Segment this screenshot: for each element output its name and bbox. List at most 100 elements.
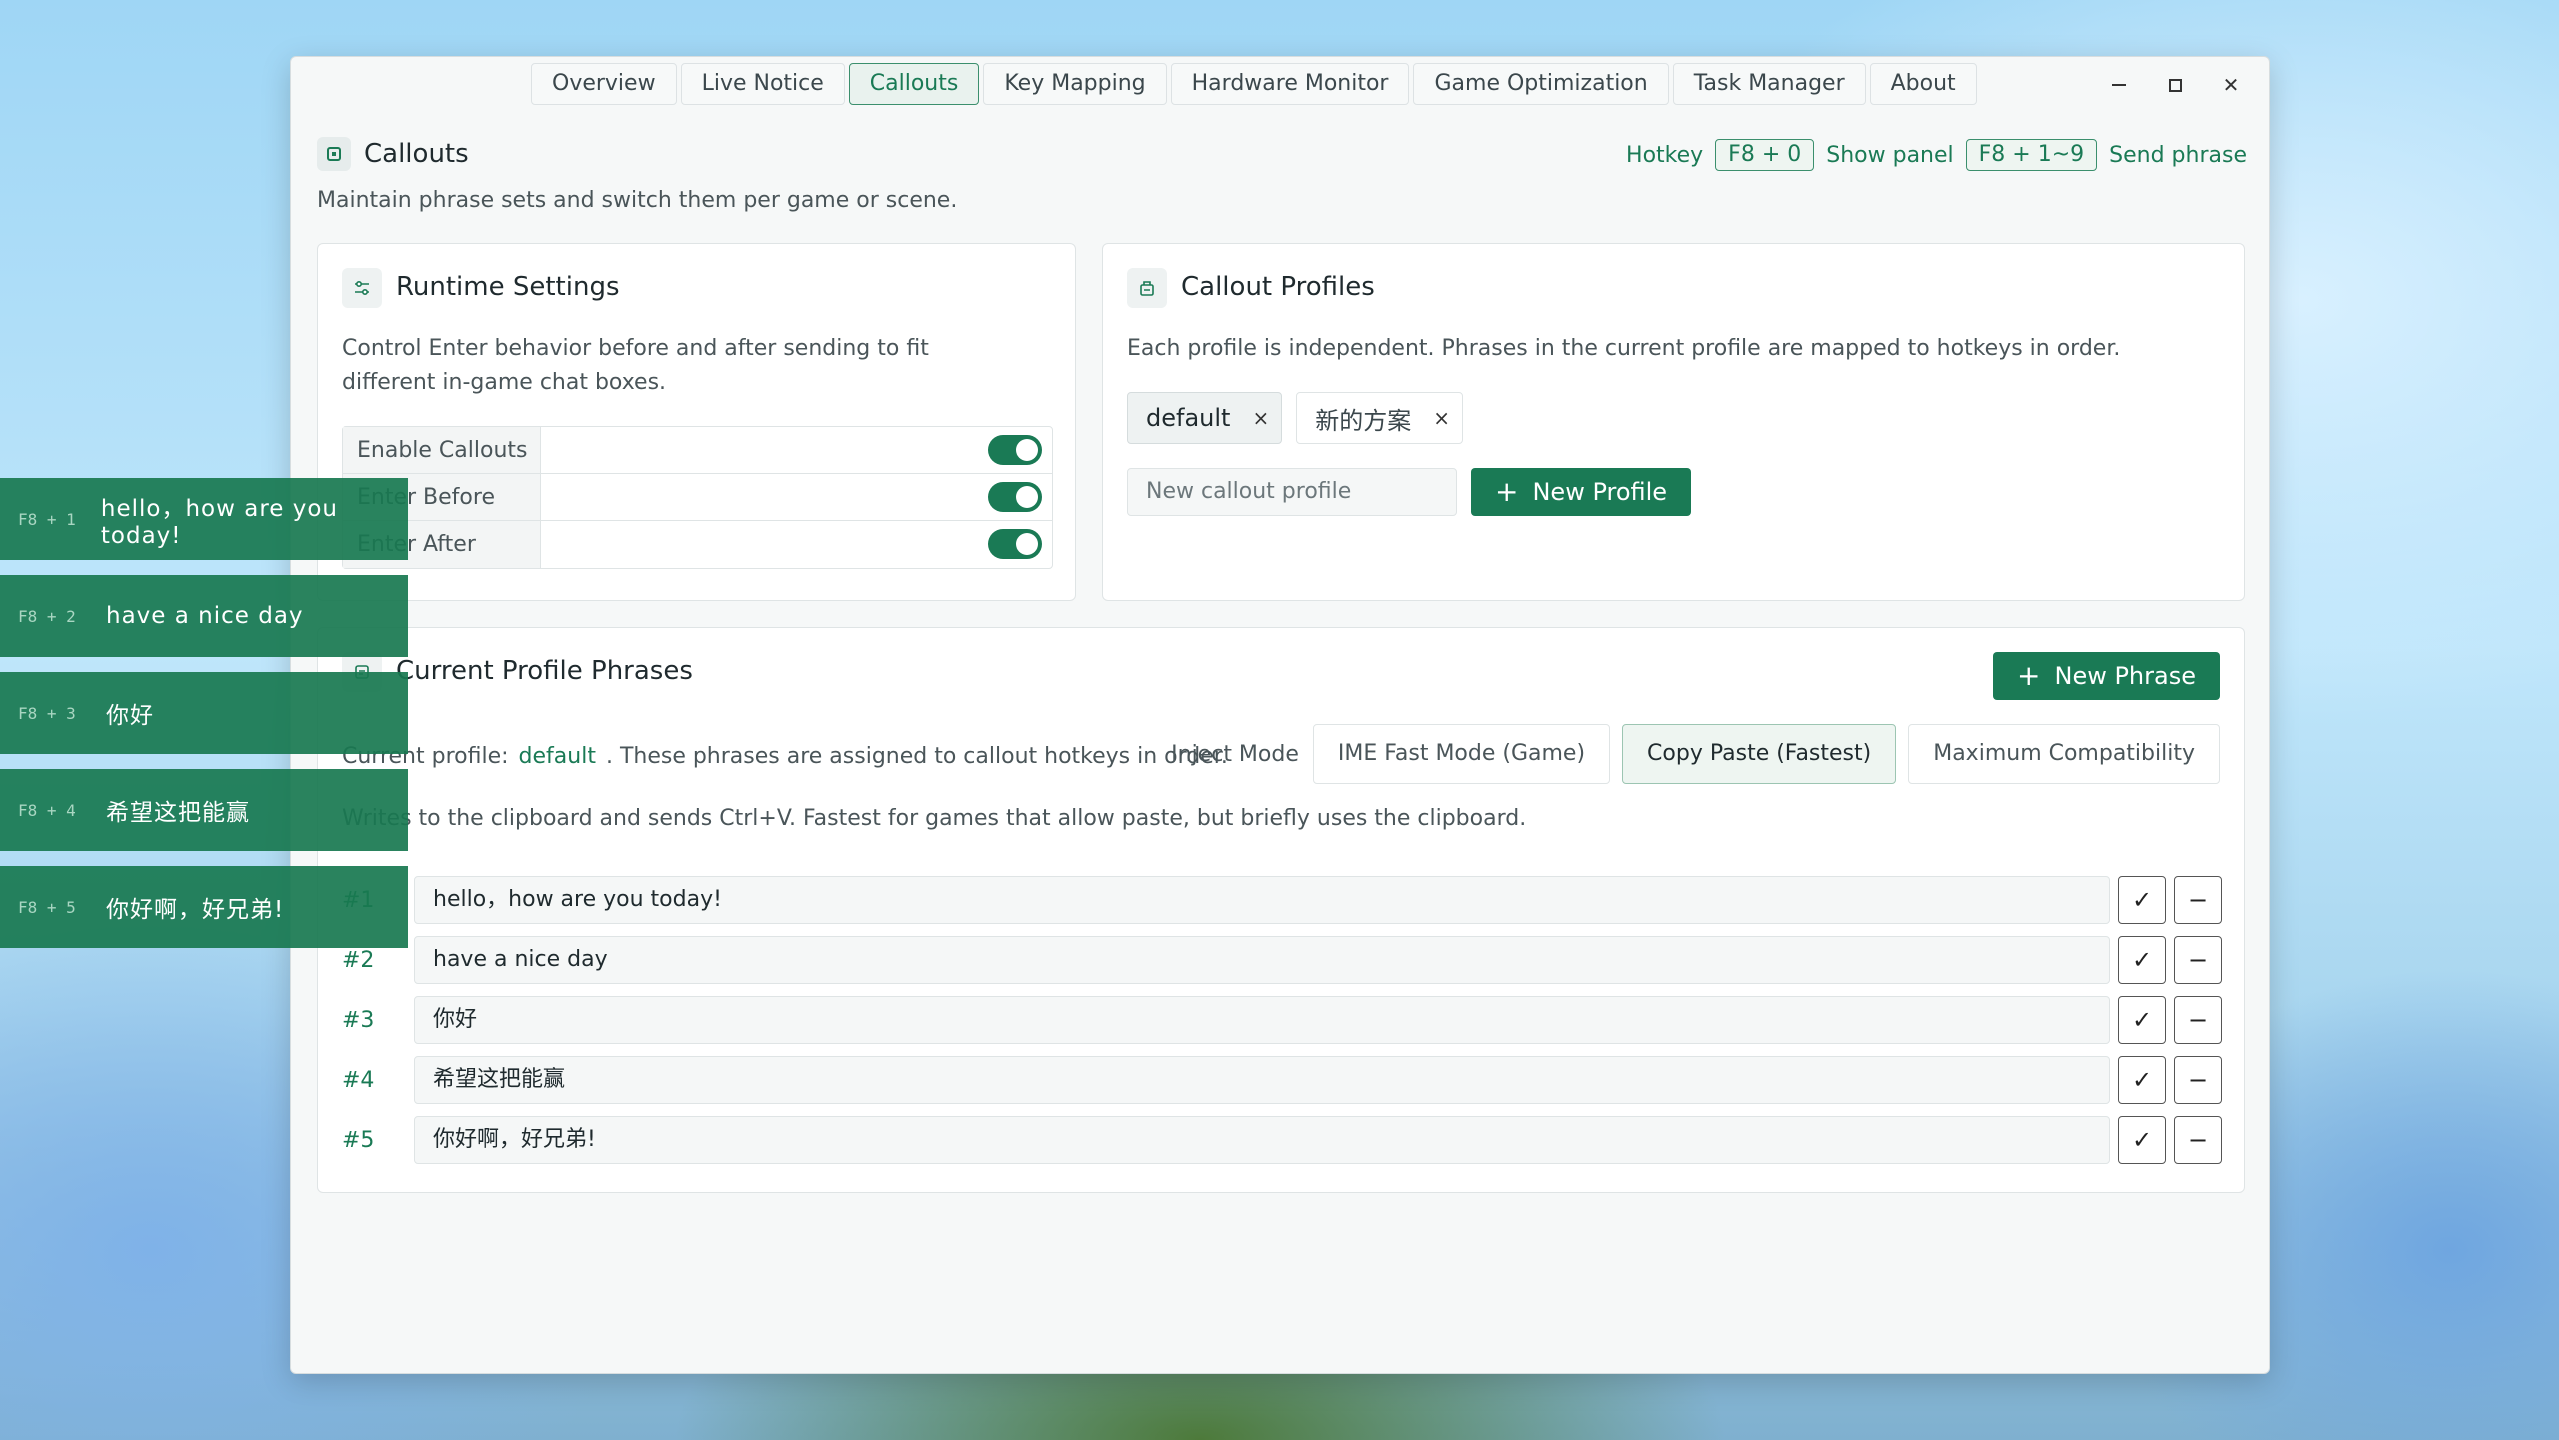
overlay-item: F8 + 3 你好 — [0, 672, 408, 754]
overlay-hotkey: F8 + 5 — [18, 897, 76, 917]
check-icon[interactable]: ✓ — [2118, 996, 2166, 1044]
mode-max-compat-button[interactable]: Maximum Compatibility — [1908, 724, 2220, 784]
tab-overview[interactable]: Overview — [531, 63, 677, 105]
overlay-phrase: 你好 — [106, 703, 154, 729]
settings-table: Enable Callouts Enter Before Enter After — [342, 426, 1053, 569]
profile-chip-label: default — [1146, 404, 1231, 432]
minimize-button[interactable] — [2091, 65, 2147, 105]
new-profile-label: New Profile — [1532, 478, 1668, 506]
tab-hardware-monitor[interactable]: Hardware Monitor — [1170, 63, 1410, 105]
setting-label: Enable Callouts — [343, 427, 541, 473]
hotkey-show-panel-key: F8 + 0 — [1715, 139, 1815, 171]
mode-ime-fast-button[interactable]: IME Fast Mode (Game) — [1312, 724, 1611, 784]
callout-profiles-title: Callout Profiles — [1181, 272, 1375, 302]
tab-about[interactable]: About — [1869, 63, 1977, 105]
overlay-item: F8 + 4 希望这把能赢 — [0, 769, 408, 851]
runtime-settings-description: Control Enter behavior before and after … — [342, 336, 929, 395]
show-panel-label: Show panel — [1826, 142, 1954, 168]
new-phrase-button[interactable]: + New Phrase — [1993, 652, 2220, 700]
page-title: Callouts — [364, 139, 469, 169]
overlay-phrase: have a nice day — [106, 603, 304, 629]
main-tabs: Overview Live Notice Callouts Key Mappin… — [531, 63, 1977, 105]
callout-overlay: F8 + 1 hello，how are you today! F8 + 2 h… — [0, 478, 408, 963]
overlay-hotkey: F8 + 3 — [18, 703, 76, 723]
tab-key-mapping[interactable]: Key Mapping — [983, 63, 1167, 105]
profile-chip-default[interactable]: default × — [1127, 392, 1283, 444]
minus-icon[interactable]: − — [2174, 1116, 2222, 1164]
minus-icon[interactable]: − — [2174, 876, 2222, 924]
close-icon[interactable]: × — [1433, 406, 1450, 430]
phrase-row: #3 你好 ✓ − — [342, 990, 2222, 1050]
hotkey-send-phrase-key: F8 + 1~9 — [1965, 139, 2098, 171]
close-button[interactable]: ✕ — [2203, 65, 2259, 105]
current-phrases-panel: Current Profile Phrases + New Phrase Cur… — [317, 627, 2245, 1193]
enter-before-toggle[interactable] — [988, 482, 1042, 512]
setting-row: Enter Before — [343, 474, 1052, 521]
phrase-index: #5 — [342, 1127, 375, 1153]
runtime-settings-title: Runtime Settings — [396, 272, 620, 302]
phrase-row: #5 你好啊，好兄弟! ✓ − — [342, 1110, 2222, 1170]
overlay-hotkey: F8 + 1 — [18, 509, 76, 529]
new-profile-button[interactable]: + New Profile — [1471, 468, 1692, 516]
callout-profiles-panel: Callout Profiles Each profile is indepen… — [1102, 243, 2245, 601]
inject-mode-group: Inject Mode IME Fast Mode (Game) Copy Pa… — [1171, 724, 2220, 784]
phrase-input[interactable]: 希望这把能赢 — [414, 1056, 2110, 1104]
new-profile-input[interactable]: New callout profile — [1127, 468, 1457, 516]
inject-mode-label: Inject Mode — [1171, 741, 1299, 767]
phrase-input[interactable]: 你好 — [414, 996, 2110, 1044]
new-profile-row: New callout profile + New Profile — [1127, 468, 1692, 516]
overlay-phrase: hello，how are you today! — [100, 496, 339, 549]
phrase-input[interactable]: hello，how are you today! — [414, 876, 2110, 924]
tab-live-notice[interactable]: Live Notice — [680, 63, 845, 105]
overlay-item: F8 + 5 你好啊，好兄弟! — [0, 866, 408, 948]
tab-callouts[interactable]: Callouts — [848, 63, 980, 105]
phrase-input[interactable]: 你好啊，好兄弟! — [414, 1116, 2110, 1164]
minimize-icon — [2112, 84, 2126, 86]
overlay-item: F8 + 2 have a nice day — [0, 575, 408, 657]
current-profile-name: default — [518, 744, 596, 769]
check-icon[interactable]: ✓ — [2118, 1116, 2166, 1164]
phrase-index: #4 — [342, 1067, 375, 1093]
minus-icon[interactable]: − — [2174, 936, 2222, 984]
minus-icon[interactable]: − — [2174, 996, 2222, 1044]
plus-icon: + — [1495, 475, 1519, 508]
maximize-icon — [2168, 78, 2182, 92]
phrase-index: #3 — [342, 1007, 375, 1033]
check-icon[interactable]: ✓ — [2118, 1056, 2166, 1104]
plus-icon: + — [2017, 659, 2041, 692]
close-icon: ✕ — [2222, 73, 2240, 97]
current-profile-suffix: . These phrases are assigned to callout … — [605, 744, 1228, 769]
tab-bar: Overview Live Notice Callouts Key Mappin… — [291, 57, 2269, 113]
sliders-icon — [342, 268, 382, 308]
profile-icon — [1127, 268, 1167, 308]
profile-chips: default × 新的方案 × — [1127, 392, 1463, 444]
runtime-settings-panel: Runtime Settings Control Enter behavior … — [317, 243, 1076, 601]
check-icon[interactable]: ✓ — [2118, 936, 2166, 984]
callouts-icon — [317, 137, 351, 171]
profile-chip-label: 新的方案 — [1315, 406, 1412, 435]
phrase-list: #1 hello，how are you today! ✓ − #2 have … — [342, 870, 2222, 1170]
setting-row: Enter After — [343, 521, 1052, 568]
tab-task-manager[interactable]: Task Manager — [1672, 63, 1866, 105]
callout-profiles-description: Each profile is independent. Phrases in … — [1127, 336, 2121, 361]
minus-icon[interactable]: − — [2174, 1056, 2222, 1104]
phrase-input[interactable]: have a nice day — [414, 936, 2110, 984]
profile-chip-new[interactable]: 新的方案 × — [1296, 392, 1463, 444]
app-window: Overview Live Notice Callouts Key Mappin… — [290, 56, 2270, 1374]
new-phrase-label: New Phrase — [2054, 662, 2196, 690]
check-icon[interactable]: ✓ — [2118, 876, 2166, 924]
enable-callouts-toggle[interactable] — [988, 435, 1042, 465]
inject-mode-description: Writes to the clipboard and sends Ctrl+V… — [342, 806, 1527, 831]
hotkey-label: Hotkey — [1626, 142, 1704, 168]
close-icon[interactable]: × — [1252, 406, 1269, 430]
send-phrase-label: Send phrase — [2109, 142, 2247, 168]
overlay-phrase: 希望这把能赢 — [106, 800, 250, 826]
phrase-row: #4 希望这把能赢 ✓ − — [342, 1050, 2222, 1110]
tab-game-optimization[interactable]: Game Optimization — [1413, 63, 1669, 105]
maximize-button[interactable] — [2147, 65, 2203, 105]
window-controls: ✕ — [2091, 65, 2259, 105]
mode-copy-paste-button[interactable]: Copy Paste (Fastest) — [1622, 724, 1897, 784]
phrase-row: #1 hello，how are you today! ✓ − — [342, 870, 2222, 930]
enter-after-toggle[interactable] — [988, 529, 1042, 559]
hotkey-hints: Hotkey F8 + 0 Show panel F8 + 1~9 Send p… — [1626, 139, 2247, 171]
